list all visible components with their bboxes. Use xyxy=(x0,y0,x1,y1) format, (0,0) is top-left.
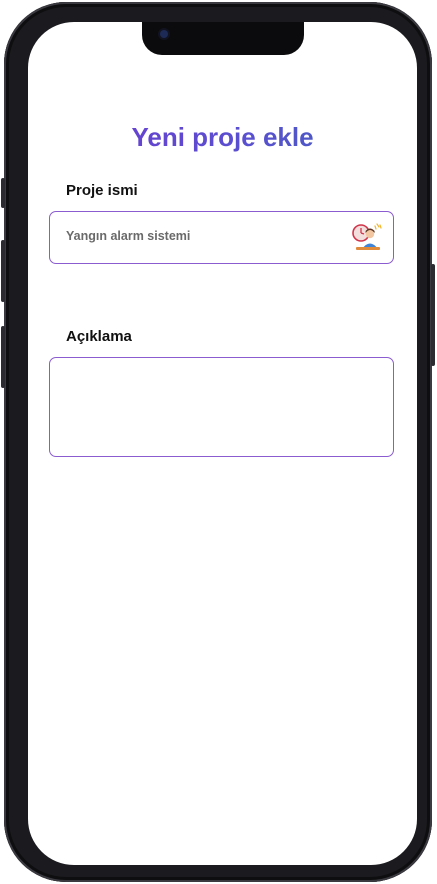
volume-up-button xyxy=(1,240,5,302)
power-button xyxy=(431,264,435,366)
phone-frame: Yeni proje ekle Proje ismi Yangın alarm … xyxy=(1,2,435,882)
project-name-input[interactable]: Yangın alarm sistemi xyxy=(49,211,394,264)
notch xyxy=(142,22,304,55)
app-screen: Yeni proje ekle Proje ismi Yangın alarm … xyxy=(28,22,417,865)
project-name-value: Yangın alarm sistemi xyxy=(66,229,191,243)
mute-switch xyxy=(1,178,5,208)
project-name-label: Proje ismi xyxy=(66,182,138,199)
volume-down-button xyxy=(1,326,5,388)
page-title: Yeni proje ekle xyxy=(28,122,417,153)
camera-icon xyxy=(160,30,168,38)
description-textarea[interactable] xyxy=(49,357,394,457)
description-label: Açıklama xyxy=(66,328,132,345)
worker-avatar-icon xyxy=(352,223,382,250)
